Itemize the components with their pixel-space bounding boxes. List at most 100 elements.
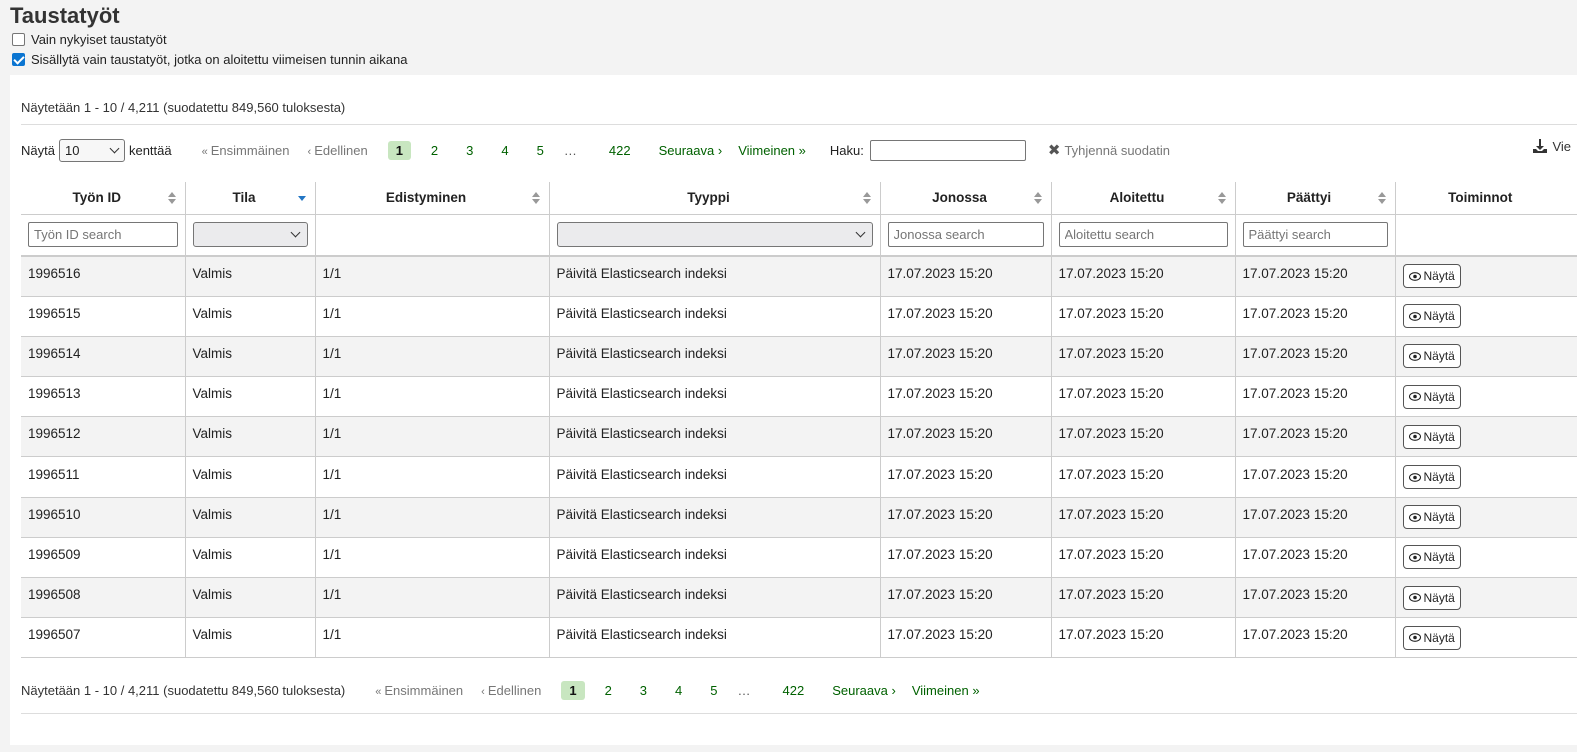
view-button[interactable]: Näytä	[1402, 465, 1461, 490]
cell-started: 17.07.2023 15:20	[1051, 577, 1236, 619]
pager-page[interactable]: 1	[561, 680, 585, 700]
header-row: Työn ID Tila Edistyminen Tyyppi Jonossa …	[21, 182, 1577, 214]
col-header-ended[interactable]: Päättyi	[1235, 182, 1396, 214]
pager-page[interactable]: 2	[423, 141, 446, 160]
cell-started: 17.07.2023 15:20	[1051, 376, 1236, 418]
double-chevron-right-icon: »	[972, 682, 980, 698]
ended-search-input[interactable]	[1242, 222, 1388, 248]
eye-icon	[1408, 472, 1421, 482]
pager-page[interactable]: 1	[387, 140, 411, 160]
pager-last[interactable]: Viimeinen »	[738, 143, 806, 158]
cell-id-text: 1996510	[28, 506, 81, 522]
cell-enqueued-text: 17.07.2023 15:20	[887, 506, 993, 522]
cell-status: Valmis	[185, 336, 316, 378]
cell-progress: 1/1	[315, 296, 550, 337]
pager-page[interactable]: 4	[493, 141, 516, 160]
view-button[interactable]: Näytä	[1402, 264, 1461, 289]
view-button[interactable]: Näytä	[1402, 545, 1461, 570]
pager-next[interactable]: Seuraava ›	[832, 683, 896, 698]
table-info-top: Näytetään 1 - 10 / 4,211 (suodatettu 849…	[21, 100, 346, 115]
cell-progress-text: 1/1	[322, 305, 342, 321]
clear-filter-button[interactable]: ✖ Tyhjennä suodatin	[1048, 141, 1170, 159]
eye-icon	[1408, 271, 1421, 281]
cell-id-text: 1996512	[28, 426, 81, 442]
cell-id-text: 1996507	[28, 627, 81, 643]
cell-id: 1996509	[21, 537, 186, 579]
pager-page[interactable]: 5	[529, 141, 552, 160]
pager-page[interactable]: 3	[458, 141, 481, 160]
pager-first[interactable]: «Ensimmäinen	[202, 143, 290, 158]
pager-page[interactable]: 422	[775, 681, 813, 700]
pager-page[interactable]: 2	[597, 681, 620, 700]
eye-icon	[1408, 352, 1421, 361]
cell-id-text: 1996508	[28, 587, 81, 603]
pager-page[interactable]: 5	[702, 681, 725, 700]
sort-icon	[1033, 192, 1042, 204]
cell-id-text: 1996515	[28, 305, 81, 321]
col-header-type[interactable]: Tyyppi	[549, 182, 881, 214]
only-current-label: Vain nykyiset taustatyöt	[31, 31, 167, 47]
cell-status: Valmis	[185, 617, 316, 659]
view-button[interactable]: Näytä	[1402, 585, 1461, 610]
col-header-progress[interactable]: Edistyminen	[315, 182, 550, 214]
cell-actions: Näytä	[1395, 537, 1577, 579]
enqueued-search-input[interactable]	[887, 222, 1044, 248]
cell-status-text: Valmis	[192, 627, 233, 643]
eye-icon	[1408, 512, 1421, 522]
only-current-checkbox[interactable]	[12, 32, 25, 46]
view-button[interactable]: Näytä	[1402, 424, 1461, 449]
cell-enqueued-text: 17.07.2023 15:20	[887, 426, 993, 442]
page-length-select[interactable]: 10	[58, 138, 125, 162]
cell-started: 17.07.2023 15:20	[1051, 617, 1236, 659]
view-button[interactable]: Näytä	[1402, 505, 1461, 530]
double-chevron-left-icon: «	[201, 145, 208, 158]
last-hour-checkbox[interactable]	[12, 52, 25, 66]
export-button[interactable]: Vie	[1532, 138, 1571, 154]
col-header-status[interactable]: Tila	[185, 182, 316, 214]
cell-type: Päivitä Elasticsearch indeksi	[549, 296, 881, 337]
view-button-label: Näytä	[1423, 630, 1455, 645]
filter-last-hour[interactable]: Sisällytä vain taustatyöt, jotka on aloi…	[10, 49, 1577, 69]
cell-type-text: Päivitä Elasticsearch indeksi	[556, 627, 727, 643]
started-search-input[interactable]	[1058, 222, 1228, 248]
col-header-id[interactable]: Työn ID	[21, 182, 186, 214]
eye-icon	[1408, 432, 1421, 442]
cell-started-text: 17.07.2023 15:20	[1058, 587, 1164, 603]
pager-next[interactable]: Seuraava ›	[659, 143, 723, 158]
pager-last[interactable]: Viimeinen »	[912, 683, 980, 698]
view-button[interactable]: Näytä	[1402, 384, 1461, 409]
cell-type-text: Päivitä Elasticsearch indeksi	[556, 386, 727, 402]
pager-prev[interactable]: ‹ Edellinen	[481, 683, 541, 698]
col-header-label: Tila	[232, 190, 256, 206]
col-header-started[interactable]: Aloitettu	[1051, 182, 1236, 214]
cell-ended-text: 17.07.2023 15:20	[1242, 546, 1348, 562]
view-button[interactable]: Näytä	[1402, 625, 1461, 650]
pager-page[interactable]: 3	[632, 681, 655, 700]
view-button[interactable]: Näytä	[1402, 304, 1461, 329]
type-filter-select[interactable]	[556, 222, 873, 248]
pager-prev[interactable]: ‹ Edellinen	[308, 143, 368, 158]
id-search-input[interactable]	[28, 222, 178, 248]
filter-only-current[interactable]: Vain nykyiset taustatyöt	[10, 29, 1577, 49]
status-filter-select[interactable]	[192, 222, 308, 248]
col-header-enqueued[interactable]: Jonossa	[880, 182, 1052, 214]
pager-first[interactable]: «Ensimmäinen	[375, 683, 463, 698]
pager-last-label: Viimeinen	[738, 142, 796, 158]
cell-type-text: Päivitä Elasticsearch indeksi	[556, 345, 727, 361]
export-label: Vie	[1552, 138, 1571, 154]
pager-page[interactable]: 4	[667, 681, 690, 700]
search-input[interactable]	[869, 139, 1026, 161]
col-header-label: Päättyi	[1286, 190, 1332, 206]
pager-page[interactable]: 422	[601, 141, 639, 160]
pager-next-label: Seuraava	[658, 142, 715, 158]
view-button-label: Näytä	[1423, 590, 1455, 605]
page-length-value: 10	[64, 142, 80, 158]
cell-started: 17.07.2023 15:20	[1051, 497, 1236, 538]
cell-id: 1996514	[21, 336, 186, 378]
cell-enqueued: 17.07.2023 15:20	[880, 456, 1052, 498]
view-button[interactable]: Näytä	[1402, 344, 1461, 369]
cell-actions: Näytä	[1395, 617, 1577, 659]
table-row: 1996512 Valmis 1/1 Päivitä Elasticsearch in…	[21, 416, 1577, 458]
cell-started: 17.07.2023 15:20	[1051, 456, 1236, 498]
view-button-label: Näytä	[1423, 269, 1455, 284]
